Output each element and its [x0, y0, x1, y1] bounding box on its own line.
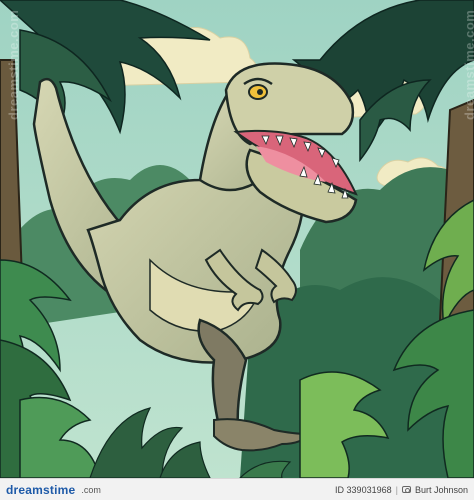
dinosaur-illustration	[0, 0, 474, 478]
brand-url-suffix: .com	[81, 484, 101, 495]
stock-image-frame: dreamstime.com dreamstime.com dreams tim…	[0, 0, 474, 500]
author-name[interactable]: Burt Johnson	[415, 485, 468, 495]
image-credit: ID 339031968 | Burt Johnson	[335, 485, 468, 495]
brand-logo[interactable]: dreams time	[6, 483, 75, 497]
separator: |	[395, 484, 398, 495]
brand-logo-part: dreams	[6, 482, 50, 497]
dinosaur-jungle-artwork	[0, 0, 474, 478]
brand-logo-part: time	[49, 482, 76, 497]
image-id: ID 339031968	[335, 484, 392, 495]
camera-icon	[401, 486, 411, 493]
stock-footer-bar: dreams time .com ID 339031968 | Burt Joh…	[0, 478, 474, 500]
